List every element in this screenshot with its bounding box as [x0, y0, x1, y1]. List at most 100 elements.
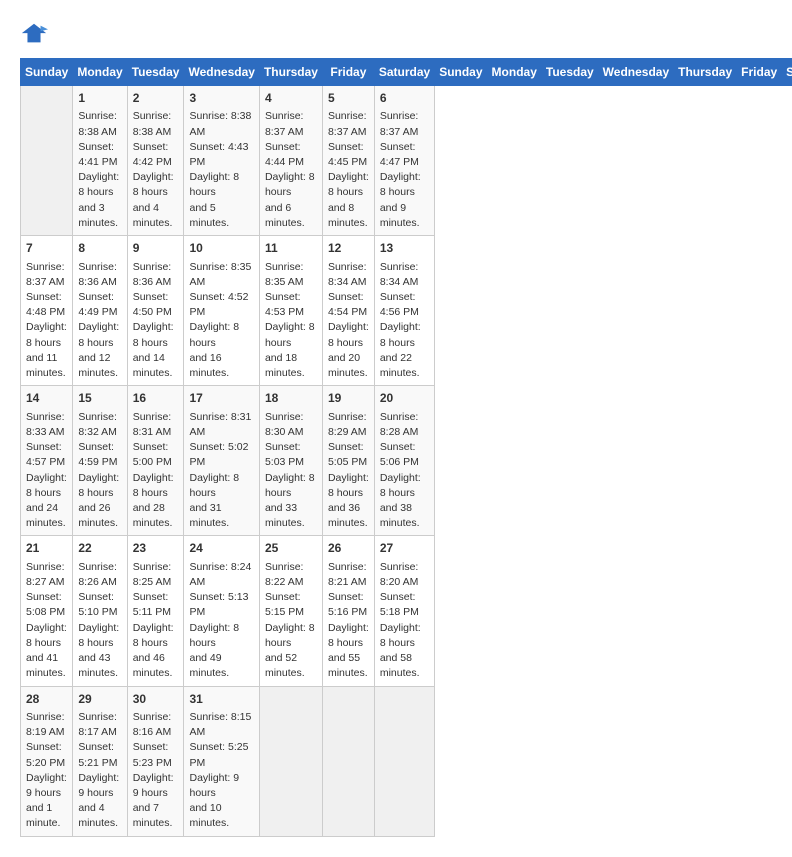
- calendar-cell: 22 Sunrise: 8:26 AMSunset: 5:10 PMDayligh…: [73, 536, 127, 686]
- day-number: 17: [189, 390, 253, 407]
- col-header-wednesday: Wednesday: [598, 59, 673, 86]
- col-header-thursday: Thursday: [259, 59, 322, 86]
- calendar-cell: 24 Sunrise: 8:24 AMSunset: 5:13 PMDayligh…: [184, 536, 259, 686]
- calendar-cell: 12Sunrise: 8:34 AMSunset: 4:54 PMDayligh…: [322, 236, 374, 386]
- calendar-cell: 29 Sunrise: 8:17 AMSunset: 5:21 PMDayligh…: [73, 686, 127, 836]
- day-content: Sunrise: 8:29 AMSunset: 5:05 PMDaylight:…: [328, 410, 369, 532]
- calendar-cell: 17Sunrise: 8:31 AMSunset: 5:02 PMDayligh…: [184, 386, 259, 536]
- day-number: 4: [265, 90, 317, 107]
- col-header-monday: Monday: [73, 59, 127, 86]
- calendar-cell: [374, 686, 434, 836]
- calendar-cell: 6 Sunrise: 8:37 AMSunset: 4:47 PMDaylight…: [374, 86, 434, 236]
- day-content: Sunrise: 8:37 AMSunset: 4:48 PMDaylight:…: [26, 260, 67, 382]
- calendar-cell: 16Sunrise: 8:31 AMSunset: 5:00 PMDayligh…: [127, 386, 184, 536]
- day-number: 24: [189, 540, 253, 557]
- logo-icon: [20, 20, 48, 48]
- calendar-cell: 9Sunrise: 8:36 AMSunset: 4:50 PMDaylight…: [127, 236, 184, 386]
- calendar-cell: [322, 686, 374, 836]
- day-number: 8: [78, 240, 121, 257]
- page-header: [20, 20, 772, 48]
- calendar-cell: 31 Sunrise: 8:15 AMSunset: 5:25 PMDayligh…: [184, 686, 259, 836]
- day-content: Sunrise: 8:26 AMSunset: 5:10 PMDaylight:…: [78, 560, 121, 682]
- day-content: Sunrise: 8:38 AMSunset: 4:41 PMDaylight:…: [78, 109, 121, 231]
- day-content: Sunrise: 8:36 AMSunset: 4:49 PMDaylight:…: [78, 260, 121, 382]
- day-number: 27: [380, 540, 429, 557]
- col-header-sunday: Sunday: [21, 59, 73, 86]
- day-content: Sunrise: 8:36 AMSunset: 4:50 PMDaylight:…: [133, 260, 179, 382]
- day-content: Sunrise: 8:38 AMSunset: 4:42 PMDaylight:…: [133, 109, 179, 231]
- col-header-thursday: Thursday: [674, 59, 737, 86]
- calendar-cell: 30 Sunrise: 8:16 AMSunset: 5:23 PMDayligh…: [127, 686, 184, 836]
- day-content: Sunrise: 8:37 AMSunset: 4:45 PMDaylight:…: [328, 109, 369, 231]
- day-number: 5: [328, 90, 369, 107]
- col-header-friday: Friday: [322, 59, 374, 86]
- calendar-cell: 23Sunrise: 8:25 AMSunset: 5:11 PMDayligh…: [127, 536, 184, 686]
- day-number: 7: [26, 240, 67, 257]
- day-content: Sunrise: 8:38 AMSunset: 4:43 PMDaylight:…: [189, 109, 253, 231]
- day-content: Sunrise: 8:21 AMSunset: 5:16 PMDaylight:…: [328, 560, 369, 682]
- day-number: 14: [26, 390, 67, 407]
- calendar-cell: 15 Sunrise: 8:32 AMSunset: 4:59 PMDayligh…: [73, 386, 127, 536]
- col-header-tuesday: Tuesday: [541, 59, 598, 86]
- calendar-cell: 19Sunrise: 8:29 AMSunset: 5:05 PMDayligh…: [322, 386, 374, 536]
- col-header-tuesday: Tuesday: [127, 59, 184, 86]
- col-header-saturday: Saturday: [782, 59, 792, 86]
- calendar-table: SundayMondayTuesdayWednesdayThursdayFrid…: [20, 58, 792, 837]
- calendar-cell: 14 Sunrise: 8:33 AMSunset: 4:57 PMDayligh…: [21, 386, 73, 536]
- day-number: 30: [133, 691, 179, 708]
- day-content: Sunrise: 8:25 AMSunset: 5:11 PMDaylight:…: [133, 560, 179, 682]
- day-content: Sunrise: 8:20 AMSunset: 5:18 PMDaylight:…: [380, 560, 429, 682]
- calendar-cell: 28 Sunrise: 8:19 AMSunset: 5:20 PMDayligh…: [21, 686, 73, 836]
- day-number: 11: [265, 240, 317, 257]
- calendar-cell: 20 Sunrise: 8:28 AMSunset: 5:06 PMDayligh…: [374, 386, 434, 536]
- day-number: 10: [189, 240, 253, 257]
- day-number: 21: [26, 540, 67, 557]
- day-number: 2: [133, 90, 179, 107]
- day-content: Sunrise: 8:16 AMSunset: 5:23 PMDaylight:…: [133, 710, 179, 832]
- day-number: 15: [78, 390, 121, 407]
- day-content: Sunrise: 8:27 AMSunset: 5:08 PMDaylight:…: [26, 560, 67, 682]
- col-header-monday: Monday: [487, 59, 541, 86]
- day-number: 6: [380, 90, 429, 107]
- day-number: 29: [78, 691, 121, 708]
- calendar-cell: 11 Sunrise: 8:35 AMSunset: 4:53 PMDayligh…: [259, 236, 322, 386]
- calendar-cell: 4 Sunrise: 8:37 AMSunset: 4:44 PMDaylight…: [259, 86, 322, 236]
- col-header-friday: Friday: [737, 59, 782, 86]
- day-number: 25: [265, 540, 317, 557]
- calendar-cell: 8 Sunrise: 8:36 AMSunset: 4:49 PMDaylight…: [73, 236, 127, 386]
- calendar-cell: 21 Sunrise: 8:27 AMSunset: 5:08 PMDayligh…: [21, 536, 73, 686]
- day-number: 28: [26, 691, 67, 708]
- col-header-saturday: Saturday: [374, 59, 434, 86]
- calendar-cell: 27 Sunrise: 8:20 AMSunset: 5:18 PMDayligh…: [374, 536, 434, 686]
- col-header-wednesday: Wednesday: [184, 59, 259, 86]
- day-content: Sunrise: 8:17 AMSunset: 5:21 PMDaylight:…: [78, 710, 121, 832]
- day-content: Sunrise: 8:37 AMSunset: 4:47 PMDaylight:…: [380, 109, 429, 231]
- day-number: 13: [380, 240, 429, 257]
- day-content: Sunrise: 8:32 AMSunset: 4:59 PMDaylight:…: [78, 410, 121, 532]
- day-number: 3: [189, 90, 253, 107]
- day-content: Sunrise: 8:19 AMSunset: 5:20 PMDaylight:…: [26, 710, 67, 832]
- day-content: Sunrise: 8:22 AMSunset: 5:15 PMDaylight:…: [265, 560, 317, 682]
- day-content: Sunrise: 8:37 AMSunset: 4:44 PMDaylight:…: [265, 109, 317, 231]
- calendar-cell: 7 Sunrise: 8:37 AMSunset: 4:48 PMDaylight…: [21, 236, 73, 386]
- day-number: 16: [133, 390, 179, 407]
- calendar-cell: 13Sunrise: 8:34 AMSunset: 4:56 PMDayligh…: [374, 236, 434, 386]
- day-content: Sunrise: 8:34 AMSunset: 4:54 PMDaylight:…: [328, 260, 369, 382]
- calendar-header-row: SundayMondayTuesdayWednesdayThursdayFrid…: [21, 59, 792, 86]
- day-content: Sunrise: 8:30 AMSunset: 5:03 PMDaylight:…: [265, 410, 317, 532]
- logo: [20, 20, 52, 48]
- day-number: 18: [265, 390, 317, 407]
- day-content: Sunrise: 8:35 AMSunset: 4:53 PMDaylight:…: [265, 260, 317, 382]
- day-number: 20: [380, 390, 429, 407]
- day-content: Sunrise: 8:15 AMSunset: 5:25 PMDaylight:…: [189, 710, 253, 832]
- calendar-week-row: 7 Sunrise: 8:37 AMSunset: 4:48 PMDaylight…: [21, 236, 792, 386]
- calendar-week-row: 28 Sunrise: 8:19 AMSunset: 5:20 PMDayligh…: [21, 686, 792, 836]
- day-content: Sunrise: 8:24 AMSunset: 5:13 PMDaylight:…: [189, 560, 253, 682]
- day-content: Sunrise: 8:33 AMSunset: 4:57 PMDaylight:…: [26, 410, 67, 532]
- day-content: Sunrise: 8:28 AMSunset: 5:06 PMDaylight:…: [380, 410, 429, 532]
- day-number: 31: [189, 691, 253, 708]
- calendar-cell: 25 Sunrise: 8:22 AMSunset: 5:15 PMDayligh…: [259, 536, 322, 686]
- day-content: Sunrise: 8:35 AMSunset: 4:52 PMDaylight:…: [189, 260, 253, 382]
- calendar-cell: [21, 86, 73, 236]
- day-number: 22: [78, 540, 121, 557]
